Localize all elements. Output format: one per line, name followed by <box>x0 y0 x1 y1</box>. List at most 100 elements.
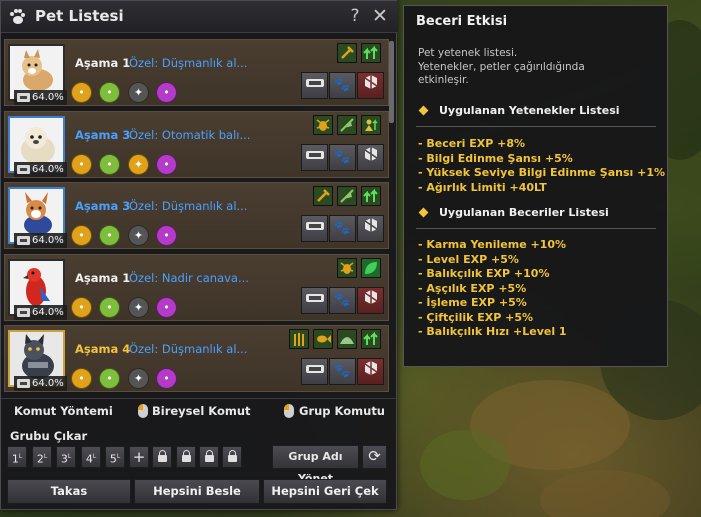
pet-row[interactable]: 64.0% Aşama 3 Özel: Otomatik balı... 🐾 •… <box>4 111 389 178</box>
leaf-skill-icon[interactable]: • <box>99 82 120 103</box>
tooltip-title: Beceri Etkisi <box>416 14 508 29</box>
recall-all-button[interactable]: Hepsini Geri Çek <box>263 479 387 504</box>
group-name-manage-button[interactable]: Grup Adı Yönet <box>272 445 359 485</box>
feed-button[interactable] <box>301 144 328 171</box>
group-add-button[interactable]: + <box>129 446 149 468</box>
paw-action-icon[interactable]: 🐾 <box>329 72 356 99</box>
compass-skill-icon[interactable]: ✦ <box>128 154 149 175</box>
feather-skill-icon[interactable] <box>337 115 357 135</box>
help-button[interactable]: ? <box>345 5 365 27</box>
group-command-option[interactable]: Grup Komutu <box>299 404 385 418</box>
person-up-skill-icon[interactable] <box>361 115 381 135</box>
pet-stage: Aşama 3 <box>75 199 131 213</box>
feather-skill-icon[interactable] <box>337 186 357 206</box>
cat-skill-icon[interactable]: • <box>71 225 92 246</box>
feed-button[interactable] <box>301 72 328 99</box>
tooltip-note: Yetenekler, petler çağırıldığında <box>418 61 585 73</box>
pet-row[interactable]: 64.0% Aşama 3 Özel: Düşmanlık al... 🐾 • … <box>4 182 389 249</box>
person-skill-icon[interactable]: • <box>156 154 177 175</box>
arrow-up-skill-icon[interactable] <box>361 43 381 63</box>
leaf-skill-icon[interactable]: • <box>99 297 120 318</box>
exp-value: 64.0% <box>32 164 64 175</box>
pet-list-scrollbar[interactable] <box>389 39 394 393</box>
hammer-skill-icon[interactable] <box>313 186 333 206</box>
paw-action-icon[interactable]: 🐾 <box>329 287 356 314</box>
cat-skill-icon[interactable]: • <box>71 154 92 175</box>
compass-skill-icon[interactable]: ✦ <box>128 297 149 318</box>
ability-item: - Ağırlık Limiti +40LT <box>418 180 547 194</box>
person-skill-icon[interactable]: • <box>156 297 177 318</box>
arrow-up-skill-icon[interactable] <box>361 329 381 349</box>
lock-icon <box>157 450 167 462</box>
paw-action-icon[interactable]: 🐾 <box>329 358 356 385</box>
pet-row[interactable]: 64.0% Aşama 1 Özel: Düşmanlık al... 🐾 • … <box>4 39 389 106</box>
feed-all-button[interactable]: Hepsini Besle <box>134 479 260 504</box>
diamond-icon <box>418 105 429 116</box>
lock-icon <box>181 450 191 462</box>
hammer-skill-icon[interactable] <box>337 43 357 63</box>
cat-skill-icon[interactable]: • <box>71 82 92 103</box>
paw-action-icon[interactable]: 🐾 <box>329 144 356 171</box>
skill-item: - Balıkçılık EXP +10% <box>418 267 550 280</box>
seal-button[interactable] <box>357 358 384 385</box>
person-skill-icon[interactable]: • <box>156 82 177 103</box>
seal-button[interactable] <box>357 72 384 99</box>
pet-row[interactable]: 64.0% Aşama 1 Özel: Nadir canava... 🐾 • … <box>4 254 389 321</box>
seal-button[interactable] <box>357 215 384 242</box>
paw-action-icon[interactable]: 🐾 <box>329 215 356 242</box>
group-slot-locked-2[interactable] <box>176 446 196 468</box>
pet-special: Özel: Nadir canava... <box>129 271 249 285</box>
feed-button[interactable] <box>301 215 328 242</box>
bug-skill-icon[interactable] <box>337 258 357 278</box>
feed-button[interactable] <box>301 358 328 385</box>
pet-portrait[interactable]: 64.0% <box>8 116 67 177</box>
bug-skill-icon[interactable] <box>313 115 333 135</box>
ability-item: - Beceri EXP +8% <box>418 137 526 150</box>
person-skill-icon[interactable]: • <box>156 368 177 389</box>
pet-row[interactable]: 64.0% Aşama 4 Özel: Düşmanlık al... 🐾 • … <box>4 325 389 392</box>
pet-stage: Aşama 4 <box>75 342 131 356</box>
arrow-up-skill-icon[interactable] <box>361 186 381 206</box>
seal-button[interactable] <box>357 287 384 314</box>
group-slot-4[interactable]: 4L <box>81 446 101 468</box>
pet-portrait[interactable]: 64.0% <box>8 259 67 320</box>
pet-portrait[interactable]: 64.0% <box>8 187 67 248</box>
exp-badge: 64.0% <box>14 233 67 248</box>
leaf-skill-icon[interactable]: • <box>99 368 120 389</box>
exp-value: 64.0% <box>32 92 64 103</box>
ticket-icon <box>17 308 30 317</box>
fish-skill-icon[interactable] <box>313 329 333 349</box>
close-button[interactable]: ✕ <box>370 5 390 27</box>
group-slot-1[interactable]: 1L <box>7 446 27 468</box>
pet-portrait[interactable]: 64.0% <box>8 44 67 105</box>
exchange-button[interactable]: Takas <box>7 479 131 504</box>
compass-skill-icon[interactable]: ✦ <box>128 225 149 246</box>
refresh-icon[interactable]: ⟳ <box>362 445 387 469</box>
group-slot-3[interactable]: 3L <box>56 446 76 468</box>
feed-button[interactable] <box>301 287 328 314</box>
wheat-skill-icon[interactable] <box>289 329 309 349</box>
seal-button[interactable] <box>357 144 384 171</box>
person-skill-icon[interactable]: • <box>156 225 177 246</box>
cat-skill-icon[interactable]: • <box>71 368 92 389</box>
pet-portrait[interactable]: 64.0% <box>8 330 67 391</box>
group-slot-locked-4[interactable] <box>222 446 242 468</box>
group-slot-locked-1[interactable] <box>152 446 172 468</box>
exp-badge: 64.0% <box>14 376 67 391</box>
individual-command-option[interactable]: Bireysel Komut <box>152 404 251 418</box>
exp-value: 64.0% <box>32 378 64 389</box>
group-slot-5[interactable]: 5L <box>105 446 125 468</box>
cat-skill-icon[interactable]: • <box>71 297 92 318</box>
pet-list-window: Pet Listesi ? ✕ 64.0% Aşama 1 Özel: Düşm… <box>0 0 398 510</box>
diamond-icon <box>418 207 429 218</box>
group-slot-2[interactable]: 2L <box>32 446 52 468</box>
compass-skill-icon[interactable]: ✦ <box>128 368 149 389</box>
green-leaf-skill-icon[interactable] <box>361 258 381 278</box>
leaf-skill-icon[interactable]: • <box>99 154 120 175</box>
window-titlebar[interactable]: Pet Listesi ? ✕ <box>1 1 398 33</box>
group-slot-locked-3[interactable] <box>199 446 219 468</box>
shell-skill-icon[interactable] <box>337 329 357 349</box>
leaf-skill-icon[interactable]: • <box>99 225 120 246</box>
scrollbar-thumb[interactable] <box>389 41 394 123</box>
compass-skill-icon[interactable]: ✦ <box>128 82 149 103</box>
